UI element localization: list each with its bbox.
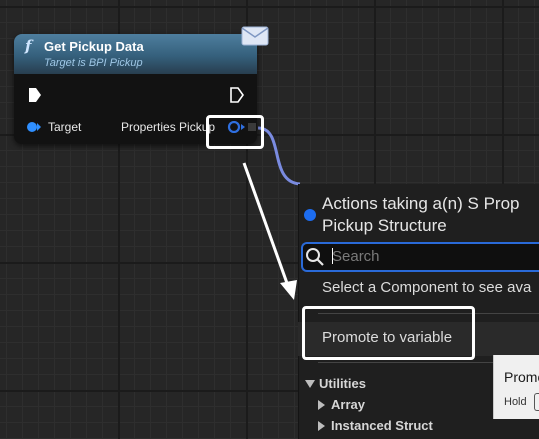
search-icon [306, 248, 324, 266]
tree-item-instanced-struct[interactable]: Instanced Struct [331, 418, 433, 433]
menu-separator-2 [318, 362, 493, 363]
menu-title-line2: Pickup Structure [322, 216, 447, 235]
text-caret [332, 248, 333, 264]
promote-highlight [302, 306, 475, 360]
menu-title: Actions taking a(n) S Prop Pickup Struct… [322, 193, 539, 237]
chevron-down-icon[interactable] [305, 380, 315, 388]
select-component-hint: Select a Component to see ava [322, 279, 532, 296]
chevron-right-icon[interactable] [318, 400, 325, 410]
category-utilities[interactable]: Utilities [319, 376, 366, 391]
tooltip [493, 355, 539, 419]
chevron-right-icon[interactable] [318, 421, 325, 431]
tooltip-key-hint [534, 393, 539, 411]
tooltip-title: Promo [504, 369, 539, 385]
tooltip-hold-text: Hold [504, 396, 527, 408]
search-input[interactable] [332, 246, 532, 266]
menu-title-line1: Actions taking a(n) S Prop [322, 194, 520, 213]
struct-type-dot-icon [304, 209, 316, 221]
tree-item-array[interactable]: Array [331, 397, 365, 412]
